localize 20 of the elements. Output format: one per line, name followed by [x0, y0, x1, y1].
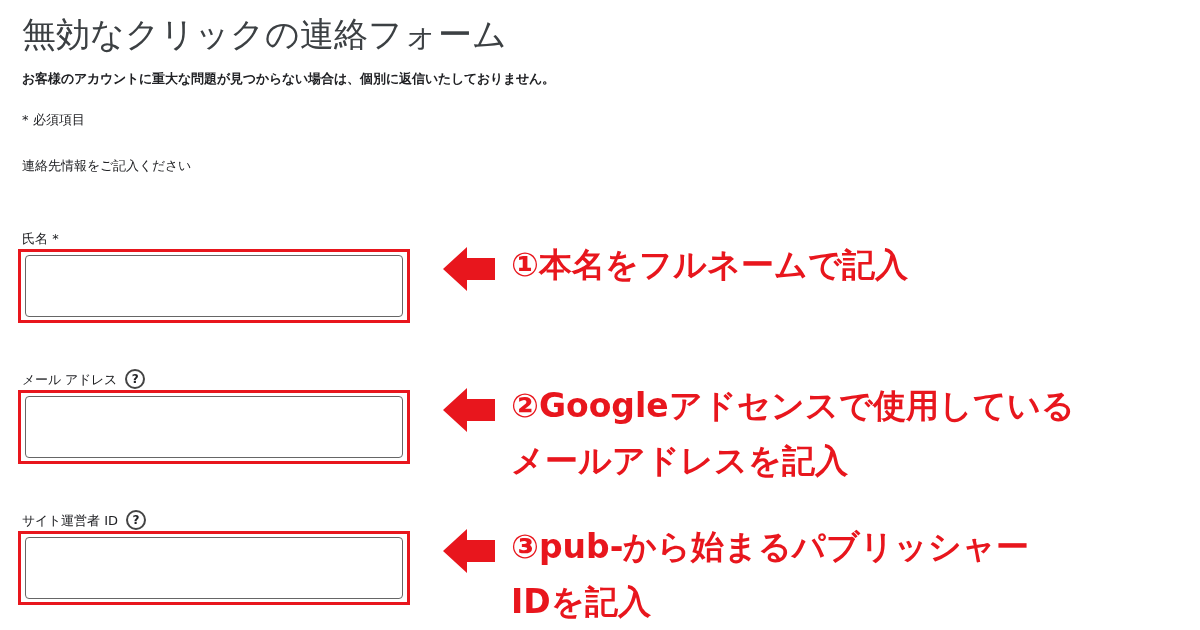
- annotation-text: ①本名をフルネームで記入: [511, 244, 908, 287]
- arrow-icon: [443, 388, 495, 433]
- form-title: 無効なクリックの連絡フォーム: [22, 14, 508, 55]
- help-icon[interactable]: ?: [125, 369, 146, 390]
- annotation-text: メールアドレスを記入: [511, 440, 849, 483]
- field-label: メール アドレス: [22, 370, 118, 389]
- required-note: * 必須項目: [22, 111, 86, 130]
- text-field[interactable]: [25, 255, 403, 318]
- annotation-text: ②Googleアドセンスで使用している: [511, 385, 1075, 428]
- section-heading: 連絡先情報をご記入ください: [22, 156, 192, 175]
- field-label: サイト運営者 ID: [22, 511, 118, 530]
- arrow-icon: [443, 247, 495, 292]
- annotation-text: IDを記入: [511, 581, 652, 624]
- help-icon[interactable]: ?: [126, 510, 146, 531]
- field-label: 氏名 *: [22, 229, 59, 248]
- annotation-text: ③pub-から始まるパブリッシャー: [511, 526, 1030, 569]
- arrow-icon: [443, 529, 495, 574]
- text-field[interactable]: [25, 537, 403, 600]
- notice-text: お客様のアカウントに重大な問題が見つからない場合は、個別に返信いたしておりません。: [22, 69, 556, 88]
- text-field[interactable]: [25, 396, 403, 459]
